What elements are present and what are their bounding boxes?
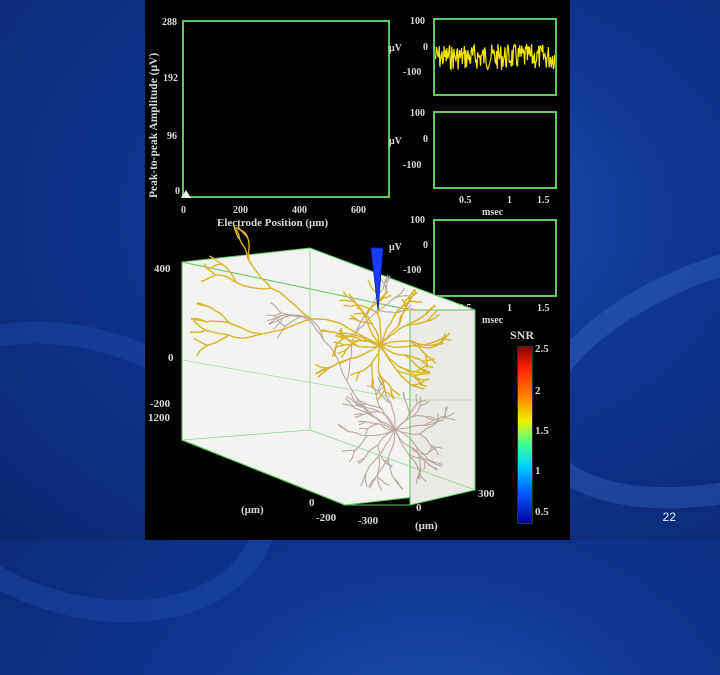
volume-vertical-tick: 400 <box>154 263 171 275</box>
colorbar-tick: 0.5 <box>535 506 549 518</box>
dendrite-branch <box>405 309 417 310</box>
volume-vertical-tick: 1200 <box>148 412 170 424</box>
dendrite-branch <box>416 372 429 373</box>
slide-page-number: 22 <box>663 510 676 524</box>
dendrite-branch <box>408 301 422 302</box>
colorbar-tick: 2.5 <box>535 343 549 355</box>
volume-vertical-tick: -200 <box>150 398 170 410</box>
dendrite-branch <box>358 421 366 422</box>
volume-depth-tick: 0 <box>309 497 315 509</box>
volume-depth-tick: -200 <box>316 512 336 524</box>
dendrite-branch <box>420 396 421 406</box>
colorbar-tick: 1 <box>535 465 541 477</box>
volume-vertical-tick: 0 <box>168 352 174 364</box>
volume-width-tick: 0 <box>416 502 422 514</box>
neural-simulation-figure: Peak-to-peak Amplitude (μV) 288 192 96 0… <box>145 0 570 540</box>
colorbar-title: SNR <box>510 328 534 343</box>
neuron-volume <box>145 0 570 540</box>
volume-depth-label: (μm) <box>241 504 264 516</box>
colorbar-tick: 1.5 <box>535 425 549 437</box>
volume-width-tick: -300 <box>358 515 378 527</box>
dendrite-branch <box>373 378 374 388</box>
volume-width-tick: 300 <box>478 488 495 500</box>
snr-colorbar <box>517 346 533 524</box>
volume-width-label: (μm) <box>415 520 438 532</box>
colorbar-tick: 2 <box>535 385 541 397</box>
